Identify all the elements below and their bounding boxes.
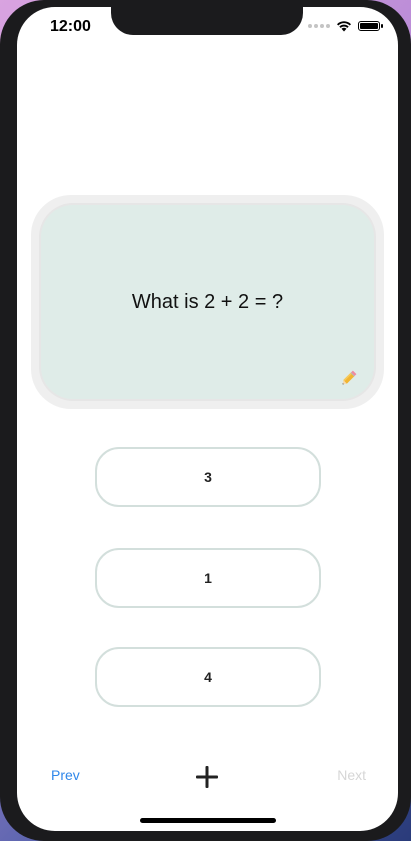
pencil-icon[interactable] <box>340 367 360 387</box>
status-time: 12:00 <box>50 18 91 35</box>
battery-icon <box>358 21 383 31</box>
app-screen: 12:00 What is 2 + 2 = ? 3 1 4 Prev Next <box>17 7 398 831</box>
signal-dots-icon <box>308 24 330 28</box>
next-button[interactable]: Next <box>337 767 366 783</box>
question-text: What is 2 + 2 = ? <box>131 291 284 313</box>
home-indicator[interactable] <box>140 818 276 823</box>
answer-option-2[interactable]: 1 <box>95 548 321 608</box>
answer-option-3[interactable]: 4 <box>95 647 321 707</box>
status-icons <box>308 20 383 32</box>
answer-option-1[interactable]: 3 <box>95 447 321 507</box>
plus-icon[interactable] <box>193 763 221 791</box>
flashcard[interactable]: What is 2 + 2 = ? <box>31 195 384 409</box>
flashcard-face: What is 2 + 2 = ? <box>41 205 374 399</box>
prev-button[interactable]: Prev <box>51 767 80 783</box>
device-notch <box>111 7 303 35</box>
device-frame: 12:00 What is 2 + 2 = ? 3 1 4 Prev Next <box>0 0 411 841</box>
wifi-icon <box>337 21 351 32</box>
